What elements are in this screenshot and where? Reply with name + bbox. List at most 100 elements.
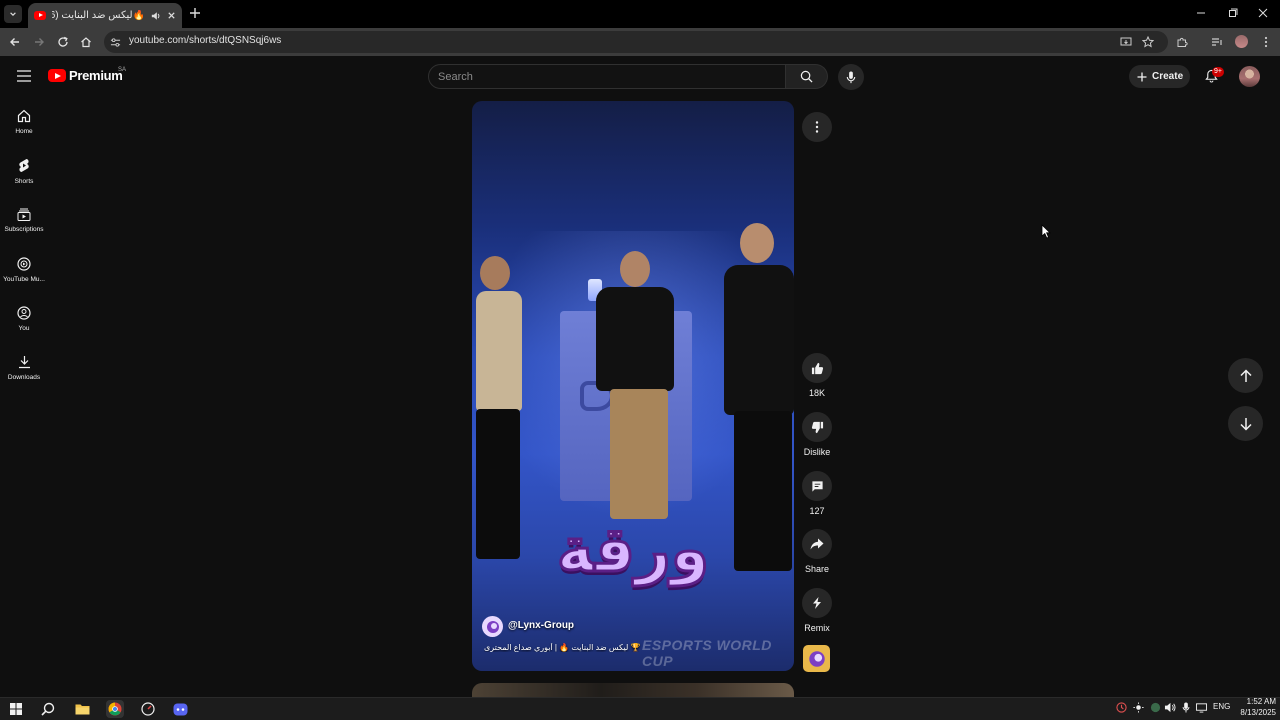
browser-tab-active[interactable]: 🔥ليكس ضد البنايت (4546) xyxy=(28,3,182,28)
taskbar-chrome[interactable] xyxy=(106,700,124,718)
thumbs-down-icon xyxy=(811,421,823,433)
taskbar-discord[interactable] xyxy=(171,700,189,718)
overlay-word: ورقة xyxy=(555,512,710,588)
sidebar-item-label: Downloads xyxy=(7,374,41,381)
new-tab-plus-icon[interactable] xyxy=(188,6,202,20)
taskbar-file-explorer[interactable] xyxy=(73,700,91,718)
folder-icon xyxy=(75,704,89,715)
person-right-head xyxy=(740,223,774,263)
person-left-head xyxy=(480,256,510,290)
windows-logo-icon xyxy=(10,703,22,715)
taskbar-search-button[interactable] xyxy=(39,700,57,718)
window-restore-icon[interactable] xyxy=(1228,8,1238,18)
window-close-icon[interactable] xyxy=(1258,8,1268,18)
home-browser-icon[interactable] xyxy=(80,36,92,48)
original-sound-thumbnail[interactable] xyxy=(803,645,830,672)
site-settings-icon[interactable] xyxy=(110,37,121,48)
tray-brightness-icon[interactable] xyxy=(1133,702,1144,713)
account-avatar[interactable] xyxy=(1239,66,1260,87)
share-label: Share xyxy=(804,564,830,574)
channel-handle[interactable]: @Lynx-Group xyxy=(508,620,574,631)
remix-button[interactable] xyxy=(802,588,832,618)
thumbs-up-icon xyxy=(811,362,823,374)
you-icon xyxy=(17,306,31,320)
start-button[interactable] xyxy=(7,700,25,718)
next-short-button[interactable] xyxy=(1228,406,1263,441)
home-icon xyxy=(17,109,31,123)
youtube-favicon-icon xyxy=(34,11,46,20)
browser-menu-icon[interactable] xyxy=(1260,36,1272,48)
youtube-premium-logo[interactable]: Premium xyxy=(48,68,123,83)
channel-avatar[interactable] xyxy=(482,616,503,637)
tray-app-icon[interactable] xyxy=(1116,702,1127,713)
person-left-vest xyxy=(476,291,522,411)
window-minimize-icon[interactable] xyxy=(1196,8,1206,18)
chrome-icon xyxy=(108,702,122,716)
share-action[interactable]: Share xyxy=(800,529,834,574)
microphone-tray-icon[interactable] xyxy=(1182,702,1190,713)
like-action[interactable]: 18K xyxy=(800,353,834,398)
search-icon xyxy=(41,702,55,716)
arrow-up-icon xyxy=(1239,368,1252,382)
shorts-video-player[interactable]: ورقة ورقة ESPORTS WORLD CUP @Lynx-Group … xyxy=(472,101,794,671)
comment-count: 127 xyxy=(809,506,825,516)
sidebar-item-you[interactable]: You xyxy=(0,306,48,350)
youtube-logo-icon xyxy=(48,69,66,82)
person-center-shirt xyxy=(596,287,674,391)
taskbar-time[interactable]: 1:52 AM xyxy=(1240,697,1276,706)
create-label: Create xyxy=(1152,71,1184,82)
sidebar-item-downloads[interactable]: Downloads xyxy=(0,355,48,399)
next-short-preview[interactable] xyxy=(472,683,794,697)
volume-icon[interactable] xyxy=(1164,702,1176,713)
lynx-logo-icon xyxy=(808,650,825,667)
voice-search-button[interactable] xyxy=(838,64,864,90)
share-button[interactable] xyxy=(802,529,832,559)
search-button[interactable] xyxy=(786,64,828,89)
previous-short-button[interactable] xyxy=(1228,358,1263,393)
arrow-down-icon xyxy=(1239,417,1252,431)
download-icon xyxy=(18,356,30,369)
chevron-down-icon xyxy=(10,12,16,17)
network-icon[interactable] xyxy=(1196,702,1207,713)
url-text[interactable]: youtube.com/shorts/dtQSNSqj6ws xyxy=(129,35,281,46)
taskbar-app-2[interactable] xyxy=(139,700,157,718)
tray-status-icon[interactable] xyxy=(1150,702,1161,713)
person-center-head xyxy=(620,251,650,287)
like-count: 18K xyxy=(808,388,825,398)
comments-button[interactable] xyxy=(802,471,832,501)
sidebar-item-home[interactable]: Home xyxy=(0,109,48,153)
remix-action[interactable]: Remix xyxy=(800,588,834,633)
more-options-button[interactable] xyxy=(802,112,832,142)
speed-gauge-icon xyxy=(141,702,155,716)
tab-close-icon[interactable] xyxy=(167,11,176,20)
hamburger-menu-icon[interactable] xyxy=(17,70,31,82)
sidebar-item-label: Shorts xyxy=(14,178,34,185)
install-app-icon[interactable] xyxy=(1120,36,1132,48)
tab-search-button[interactable] xyxy=(4,5,22,23)
sidebar-item-label: YouTube Mu... xyxy=(3,276,45,283)
extensions-puzzle-icon[interactable] xyxy=(1176,36,1188,48)
forward-arrow-icon[interactable] xyxy=(33,36,45,48)
media-controls-icon[interactable] xyxy=(1211,36,1223,48)
input-language[interactable]: ENG xyxy=(1213,702,1230,711)
taskbar-date[interactable]: 8/13/2025 xyxy=(1236,708,1276,717)
dislike-button[interactable] xyxy=(802,412,832,442)
comments-action[interactable]: 127 xyxy=(800,471,834,516)
search-input[interactable] xyxy=(438,69,768,84)
back-arrow-icon[interactable] xyxy=(9,36,21,48)
discord-icon xyxy=(173,703,187,715)
sidebar-item-youtube-music[interactable]: YouTube Mu... xyxy=(0,257,48,301)
tab-title: 🔥ليكس ضد البنايت (4546) xyxy=(52,10,145,21)
browser-profile-avatar[interactable] xyxy=(1235,35,1248,48)
person-right-shirt xyxy=(724,265,794,415)
youtube-music-icon xyxy=(17,257,31,271)
sidebar-item-shorts[interactable]: Shorts xyxy=(0,158,48,202)
create-button[interactable]: Create xyxy=(1129,65,1190,88)
dislike-action[interactable]: Dislike xyxy=(800,412,834,457)
country-code: SA xyxy=(118,67,127,73)
sidebar-item-subscriptions[interactable]: Subscriptions xyxy=(0,208,48,252)
reload-icon[interactable] xyxy=(57,36,69,48)
esports-world-cup-watermark: ESPORTS WORLD CUP xyxy=(642,637,772,669)
bookmark-star-icon[interactable] xyxy=(1142,36,1154,48)
like-button[interactable] xyxy=(802,353,832,383)
